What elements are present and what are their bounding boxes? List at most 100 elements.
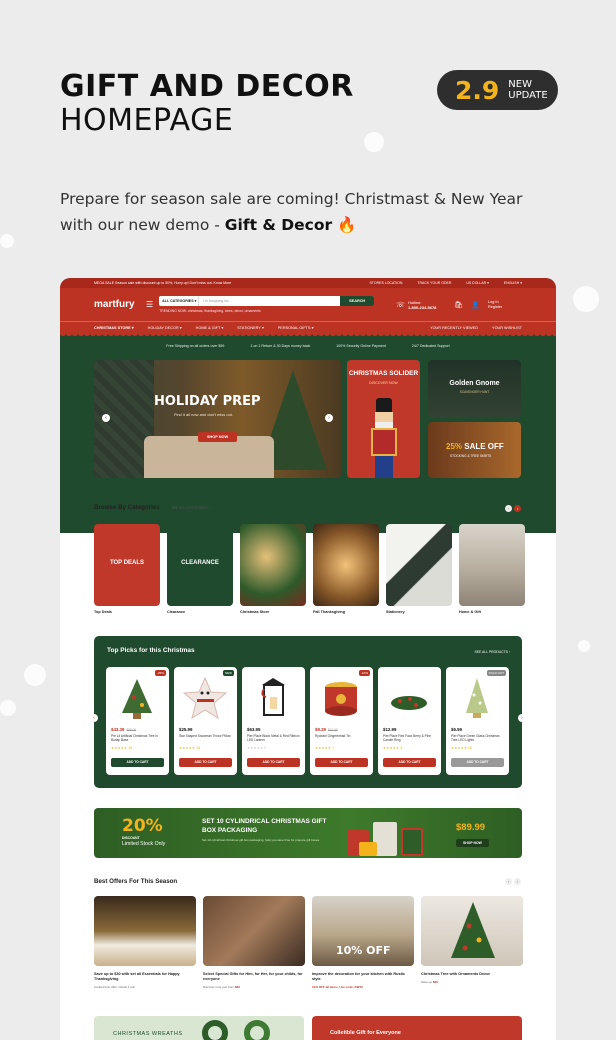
product-name[interactable]: Pier Place Green Glass Christmas Tree LE…: [451, 734, 505, 742]
category-christmas-store[interactable]: Christmas Store: [240, 524, 306, 614]
product-card[interactable]: -10% $9.29 $10.00 Ryobani Gingerbread Tin…: [310, 667, 373, 775]
main-slider-banner[interactable]: HOLIDAY PREP Find it all now and don't m…: [94, 360, 341, 478]
collectible-banner[interactable]: Colletible Gift for Everyone: [312, 1016, 522, 1040]
offer-title: Save up to $30 with set all Essentials f…: [94, 972, 180, 981]
user-icon[interactable]: 👤: [471, 301, 480, 309]
offer-sub-text: Discover now, just from: [203, 985, 235, 989]
discover-link[interactable]: DISCOVER NOW: [347, 381, 420, 385]
category-label: Stationery: [386, 610, 405, 614]
track-order-link[interactable]: TRACK YOUR ODER: [417, 281, 451, 285]
product-lantern-image: [261, 678, 285, 716]
category-stationery[interactable]: Stationery: [386, 524, 452, 614]
add-to-cart-button[interactable]: ADD TO CART: [111, 758, 164, 767]
search-category-select[interactable]: ALL CATEGORIES ▾: [159, 296, 200, 306]
wishlist-link[interactable]: YOUR WISHLIST: [492, 326, 522, 330]
top-picks-heading: Top Picks for this Christmas: [107, 647, 195, 654]
product-name[interactable]: Star Shaped Snowman Throw Pillow: [179, 734, 233, 738]
picks-prev-icon[interactable]: ‹: [90, 714, 98, 722]
register-link[interactable]: Register: [488, 305, 502, 309]
promo-shop-button[interactable]: SHOP NOW: [456, 839, 489, 847]
offer-card[interactable]: Select Special Gifts for Him, for Her, f…: [203, 896, 305, 989]
sale-banner[interactable]: 25% SALE OFF STOCKING & TREE SKIRTS: [428, 422, 521, 478]
new-label: NEW: [508, 79, 532, 90]
category-label: Home & Gift: [459, 610, 481, 614]
product-card[interactable]: $12.99 Pier Place Red Faux Berry & Pine …: [378, 667, 441, 775]
picks-next-icon[interactable]: ›: [518, 714, 526, 722]
category-top-deals[interactable]: TOP DEALS Top Deals: [94, 524, 160, 614]
next-arrow-icon[interactable]: ›: [514, 505, 521, 512]
offer-sub-text: Save up: [421, 980, 433, 984]
slider-prev-icon[interactable]: ‹: [102, 414, 110, 422]
product-list: -25% $43.39 $55.00 Pre Lit Artificial Chr…: [106, 667, 509, 775]
see-all-categories-link[interactable]: SEE ALL CATEGORIES ›: [171, 506, 209, 510]
solider-banner[interactable]: CHRISTMAS SOLIDER DISCOVER NOW: [347, 360, 420, 478]
gnome-subtitle: SCAVENGER HUNT: [459, 390, 490, 394]
sale-percent: 25%: [446, 442, 463, 451]
category-home-gift[interactable]: Home & Gift: [459, 524, 525, 614]
nav-christmas-store[interactable]: CHRISTMAS STORE ▾: [94, 325, 134, 330]
announcement-text[interactable]: MEGA SALE Season sale with discount up t…: [94, 281, 231, 285]
fire-icon: 🔥: [337, 216, 357, 234]
offer-sub-highlight: $30: [432, 980, 438, 984]
offer-sub-highlight: 10% OFF all items, Use code: KW10: [312, 985, 363, 989]
add-to-cart-button[interactable]: ADD TO CART: [247, 758, 300, 767]
nav-personal-gifts[interactable]: PERSONAL GIFTS ▾: [278, 325, 314, 330]
category-fall-thanksgiving[interactable]: Fall Thanksgiving: [313, 524, 379, 614]
see-all-products-link[interactable]: SEE ALL PRODUCTS ›: [475, 650, 511, 654]
nav-home-gift[interactable]: HOME & GIFT ▾: [196, 325, 224, 330]
add-to-cart-button[interactable]: ADD TO CART: [383, 758, 436, 767]
category-label: Christmas Store: [240, 610, 270, 614]
product-name[interactable]: Pre Lit Artificial Christmas Tree in Bur…: [111, 734, 165, 742]
offer-dining-image: [94, 896, 196, 966]
promo-banner[interactable]: 20% DISCOUNT Limited Stock Only SET 10 C…: [94, 808, 522, 858]
promo-subtitle: Set 10 cylindrical christmas gift box pa…: [202, 838, 320, 842]
prev-arrow-icon[interactable]: ‹: [505, 505, 512, 512]
slider-next-icon[interactable]: ›: [325, 414, 333, 422]
menu-icon[interactable]: ☰: [146, 300, 153, 309]
next-arrow-icon[interactable]: ›: [514, 878, 521, 885]
prev-arrow-icon[interactable]: ‹: [505, 878, 512, 885]
product-card[interactable]: $63.95 Pier Place Black Metal & Red Ribb…: [242, 667, 305, 775]
product-card[interactable]: NEW $25.99 Star Shaped Snowman Throw Pil…: [174, 667, 237, 775]
category-clearance[interactable]: CLEARANCE Clearance: [167, 524, 233, 614]
product-card[interactable]: SOLD OUT $6.59 Pier Place Green Glass Ch…: [446, 667, 509, 775]
add-to-cart-button[interactable]: ADD TO CART: [315, 758, 368, 767]
product-price: $63.95: [247, 727, 260, 732]
promo-title: SET 10 CYLINDRICAL CHRISTMAS GIFT BOX PA…: [202, 818, 327, 834]
site-logo[interactable]: martfury: [94, 299, 146, 310]
offers-list: Save up to $30 with set all Essentials f…: [94, 896, 523, 989]
wreaths-banner[interactable]: CHRISTMAS WREATHS: [94, 1016, 304, 1040]
product-name[interactable]: Pier Place Red Faux Berry & Pine Candle …: [383, 734, 437, 742]
language-select[interactable]: ENGLISH ▾: [504, 281, 522, 285]
stores-location-link[interactable]: STORES LOCATION: [369, 281, 402, 285]
product-candle-ring-image: [391, 696, 427, 710]
add-to-cart-button[interactable]: ADD TO CART: [179, 758, 232, 767]
top-picks-section: Top Picks for this Christmas SEE ALL PRO…: [90, 636, 526, 788]
category-label: Fall Thanksgiving: [313, 610, 346, 614]
login-link[interactable]: Log In: [488, 300, 499, 304]
offer-card[interactable]: Save up to $30 with set all Essentials f…: [94, 896, 196, 989]
cart-icon[interactable]: 🛍: [454, 301, 463, 309]
product-price: $25.99: [179, 727, 192, 732]
product-name[interactable]: Pier Place Black Metal & Red Ribbon LED …: [247, 734, 301, 742]
bed-image: [144, 436, 274, 478]
category-overlay: CLEARANCE: [181, 560, 219, 566]
product-name[interactable]: Ryobani Gingerbread Tin: [315, 734, 369, 738]
nav-holiday-decor[interactable]: HOLIDAY DECOR ▾: [148, 325, 182, 330]
discount-badge: -25%: [154, 670, 166, 676]
product-card[interactable]: -25% $43.39 $55.00 Pre Lit Artificial Chr…: [106, 667, 169, 775]
offer-subtitle: 10% OFF all items, Use code: KW10: [312, 985, 414, 989]
gnome-banner[interactable]: Golden Gnome SCAVENGER HUNT: [428, 360, 521, 418]
currency-select[interactable]: US DOLLAR ▾: [466, 281, 489, 285]
offer-subtitle: Limited time offer. Check it out!: [94, 985, 196, 989]
nav-stationery[interactable]: STATIONERY ▾: [237, 325, 264, 330]
shop-now-button[interactable]: SHOP NOW: [198, 432, 238, 442]
recently-viewed-link[interactable]: YOUR RECENTLY VIEWED: [430, 326, 478, 330]
search-button[interactable]: SEARCH: [340, 296, 375, 306]
price-current: $9.29: [315, 727, 326, 732]
offer-card[interactable]: Christmas Tree with Ornaments Decor Save…: [421, 896, 523, 989]
trending-tags[interactable]: TRENDING NOW: christmas, thanksgiving, t…: [159, 309, 374, 313]
add-to-cart-button[interactable]: ADD TO CART: [451, 758, 504, 767]
search-input[interactable]: I'm shopping for...: [199, 296, 340, 306]
offer-card[interactable]: 10% OFF Improve the decoration for your …: [312, 896, 414, 989]
